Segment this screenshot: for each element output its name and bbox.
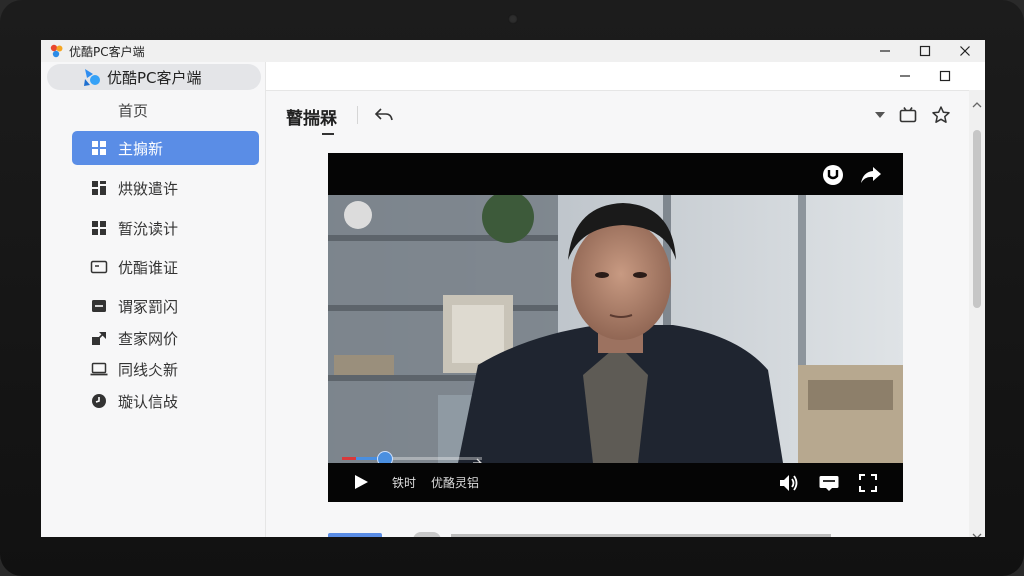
- video-player[interactable]: 铁时 优酪灵铝: [328, 153, 903, 502]
- back-arrow-icon[interactable]: [372, 103, 396, 127]
- main-panel: 瞽揣槑 铁时 优酪灵铝: [266, 62, 985, 537]
- page-title: 瞽揣槑: [286, 109, 337, 129]
- scroll-up-icon[interactable]: [972, 94, 982, 108]
- next-item-thumbnail[interactable]: [328, 533, 382, 537]
- toolbar-divider: [357, 106, 358, 124]
- screen: 优酷PC客户端 优酷PC客户端 首页 主搧新 烘敓遣许 暂沇读计 优酯谁证 谓冢…: [41, 40, 985, 537]
- sidebar-item-label: 优酯谁证: [118, 258, 179, 277]
- window-title: 优酷PC客户端: [69, 44, 145, 59]
- progress-played: [342, 457, 356, 460]
- sidebar-item-4[interactable]: 优酯谁证: [72, 250, 259, 284]
- title-underline: [322, 133, 334, 135]
- player-controls: 铁时 优酪灵铝: [328, 463, 903, 502]
- sidebar-item-label: 暂沇读计: [118, 219, 179, 238]
- tv-icon: [90, 258, 108, 276]
- sidebar-item-6[interactable]: 查家网价: [72, 321, 259, 355]
- next-item-avatar[interactable]: [413, 532, 441, 537]
- sidebar-item-label: 璇认信敁: [118, 392, 179, 411]
- sidebar-item-label: 谓冢罰闪: [118, 297, 179, 316]
- app-name: 优酷PC客户端: [107, 68, 202, 87]
- youku-icon[interactable]: [822, 164, 844, 186]
- app-logo-icon: [81, 66, 103, 88]
- play-icon[interactable]: [352, 473, 370, 491]
- video-scene: [328, 195, 903, 463]
- sidebar: 优酷PC客户端 首页 主搧新 烘敓遣许 暂沇读计 优酯谁证 谓冢罰闪 查家网价 …: [41, 62, 266, 537]
- maximize-icon[interactable]: [905, 40, 945, 62]
- minimize-icon[interactable]: [865, 40, 905, 62]
- time-label: 铁时: [392, 476, 417, 490]
- sidebar-item-label: 查家网价: [118, 329, 179, 348]
- player-brand-label: 优酪灵铝: [431, 476, 480, 490]
- star-icon[interactable]: [929, 103, 953, 127]
- progress-handle[interactable]: [377, 451, 393, 463]
- sidebar-item-1[interactable]: 主搧新: [72, 131, 259, 165]
- youku-logo-icon: [49, 43, 65, 59]
- os-titlebar: 优酷PC客户端: [41, 40, 985, 63]
- laptop-icon: [90, 360, 108, 378]
- sidebar-home[interactable]: 首页: [118, 100, 148, 121]
- sidebar-item-5[interactable]: 谓冢罰闪: [72, 289, 259, 323]
- sidebar-item-label: 主搧新: [118, 139, 164, 158]
- close-icon[interactable]: [945, 40, 985, 62]
- share-arrow-icon[interactable]: [860, 165, 882, 185]
- sidebar-item-label: 烘敓遣许: [118, 179, 179, 198]
- clock-icon: [90, 392, 108, 410]
- next-item-title[interactable]: [451, 534, 831, 537]
- progress-arrow-icon: [471, 453, 483, 463]
- sidebar-item-label: 同线仌新: [118, 360, 179, 379]
- sidebar-item-8[interactable]: 璇认信敁: [72, 384, 259, 418]
- fullscreen-icon[interactable]: [858, 473, 878, 493]
- share-box-icon: [90, 329, 108, 347]
- player-topbar: [328, 153, 903, 195]
- camera-dot: [508, 14, 518, 24]
- screen-icon[interactable]: [896, 103, 920, 127]
- scroll-thumb[interactable]: [973, 130, 981, 308]
- sidebar-item-3[interactable]: 暂沇读计: [72, 211, 259, 245]
- minus-box-icon: [90, 297, 108, 315]
- app-titlebar: [266, 62, 985, 91]
- app-header[interactable]: 优酷PC客户端: [47, 64, 261, 90]
- scroll-down-icon[interactable]: [972, 525, 982, 537]
- volume-icon[interactable]: [778, 473, 800, 493]
- grid-icon: [90, 219, 108, 237]
- grid-alt-icon: [90, 179, 108, 197]
- sidebar-item-2[interactable]: 烘敓遣许: [72, 171, 259, 205]
- progress-buffered: [356, 457, 377, 460]
- app-minimize-icon[interactable]: [890, 64, 920, 88]
- video-frame[interactable]: [328, 195, 903, 463]
- sidebar-item-7[interactable]: 同线仌新: [72, 352, 259, 386]
- app-maximize-icon[interactable]: [930, 64, 960, 88]
- grid-icon: [90, 139, 108, 157]
- scrollbar[interactable]: [969, 90, 985, 537]
- toolbar: 瞽揣槑: [266, 90, 985, 140]
- dropdown-arrow-icon[interactable]: [868, 103, 892, 127]
- subtitle-icon[interactable]: [818, 473, 840, 493]
